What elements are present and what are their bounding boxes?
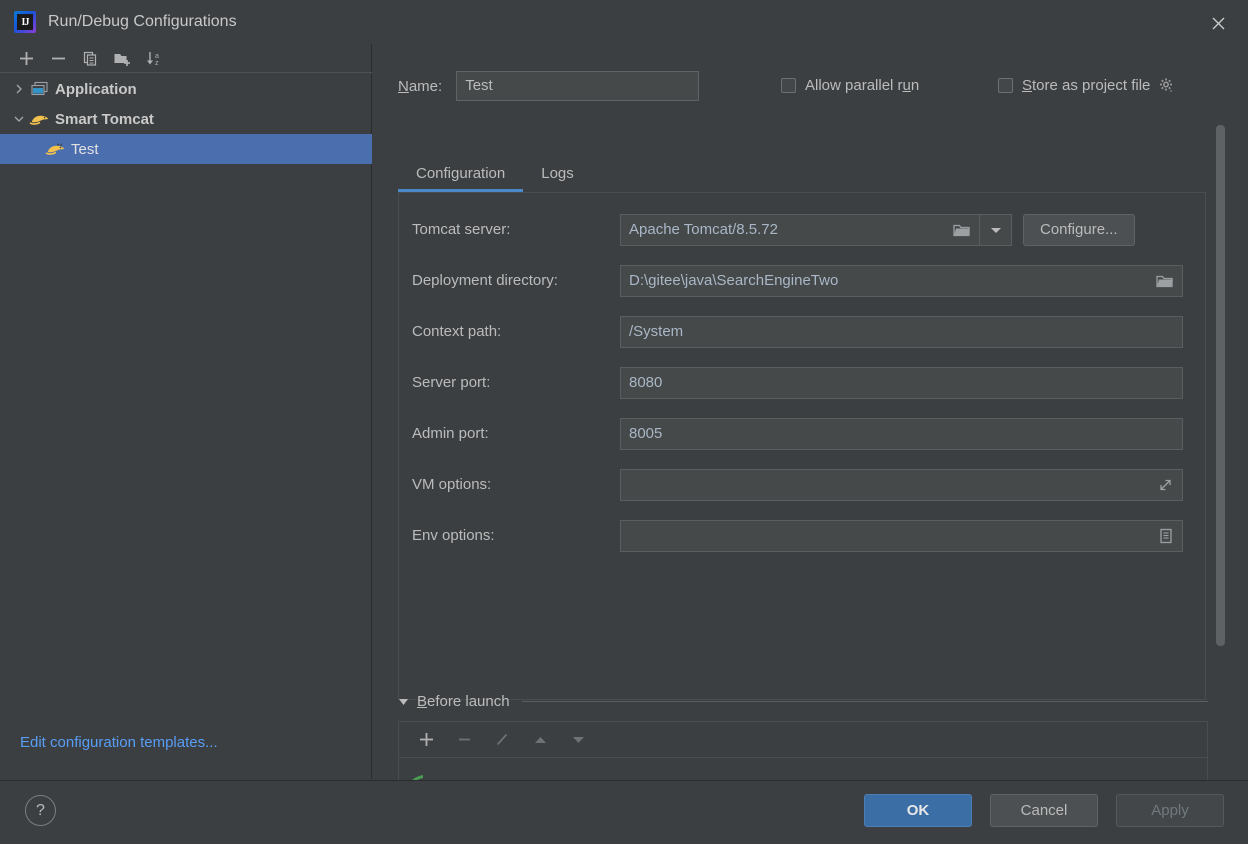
allow-parallel-run-label: Allow parallel run bbox=[805, 77, 920, 94]
field-label: Tomcat server: bbox=[412, 221, 511, 238]
field-admin-port: Admin port: 8005 bbox=[398, 408, 1208, 459]
tree-item-label: Test bbox=[71, 140, 99, 158]
before-launch-task-list[interactable] bbox=[398, 757, 1208, 781]
tomcat-cat-icon bbox=[28, 110, 50, 128]
field-label: Server port: bbox=[412, 374, 491, 391]
tomcat-server-dropdown-button[interactable] bbox=[980, 213, 1012, 246]
store-as-project-file-label: Store as project file bbox=[1022, 77, 1151, 94]
name-row: Name: Test bbox=[398, 71, 700, 101]
move-task-up-button[interactable] bbox=[521, 725, 559, 755]
tab-configuration[interactable]: Configuration bbox=[398, 165, 524, 192]
field-label: Deployment directory: bbox=[412, 272, 558, 289]
application-window-icon bbox=[28, 80, 50, 98]
before-launch-section: Before launch bbox=[398, 689, 1208, 781]
folder-icon[interactable] bbox=[1156, 273, 1174, 288]
vm-options-input[interactable] bbox=[620, 468, 1183, 501]
move-task-down-button[interactable] bbox=[559, 725, 597, 755]
cancel-button[interactable]: Cancel bbox=[990, 794, 1098, 827]
help-button[interactable]: ? bbox=[25, 795, 56, 826]
deployment-directory-input[interactable]: D:\gitee\java\SearchEngineTwo bbox=[620, 264, 1183, 297]
name-input[interactable]: Test bbox=[456, 71, 700, 101]
context-path-value: /System bbox=[629, 322, 684, 340]
tree-item-application[interactable]: Application bbox=[0, 74, 372, 104]
tree-item-label: Smart Tomcat bbox=[55, 110, 154, 128]
folder-icon[interactable] bbox=[953, 222, 971, 237]
apply-button[interactable]: Apply bbox=[1116, 794, 1224, 827]
dialog-button-bar: ? OK Cancel Apply bbox=[0, 780, 1248, 844]
name-label: Name: bbox=[398, 77, 443, 95]
editor-tabs: Configuration Logs bbox=[398, 152, 592, 192]
configurations-sidebar: a z Application Smart Tomcat Test Edit c… bbox=[0, 44, 372, 779]
field-server-port: Server port: 8080 bbox=[398, 357, 1208, 408]
field-tomcat-server: Tomcat server: Apache Tomcat/8.5.72 Conf… bbox=[398, 204, 1208, 255]
tree-item-smart-tomcat[interactable]: Smart Tomcat bbox=[0, 104, 372, 134]
tomcat-server-input[interactable]: Apache Tomcat/8.5.72 bbox=[620, 213, 980, 246]
configurations-tree: Application Smart Tomcat Test bbox=[0, 74, 372, 164]
section-divider bbox=[521, 700, 1208, 702]
field-vm-options: VM options: bbox=[398, 459, 1208, 510]
context-path-input[interactable]: /System bbox=[620, 315, 1183, 348]
field-label: VM options: bbox=[412, 476, 492, 493]
add-configuration-button[interactable] bbox=[10, 45, 42, 71]
field-context-path: Context path: /System bbox=[398, 306, 1208, 357]
copy-configuration-button[interactable] bbox=[74, 45, 106, 71]
svg-text:z: z bbox=[155, 60, 159, 67]
env-options-input[interactable] bbox=[620, 519, 1183, 552]
server-port-input[interactable]: 8080 bbox=[620, 366, 1183, 399]
tab-logs[interactable]: Logs bbox=[523, 165, 592, 192]
field-label: Env options: bbox=[412, 527, 495, 544]
environment-variables-icon[interactable] bbox=[1158, 527, 1174, 544]
sort-configurations-button[interactable]: a z bbox=[138, 45, 170, 71]
configuration-form: Tomcat server: Apache Tomcat/8.5.72 Conf… bbox=[398, 204, 1208, 561]
edit-configuration-templates-link[interactable]: Edit configuration templates... bbox=[20, 734, 218, 751]
close-icon[interactable] bbox=[1202, 8, 1234, 38]
remove-configuration-button[interactable] bbox=[42, 45, 74, 71]
configure-button[interactable]: Configure... bbox=[1023, 213, 1135, 246]
server-port-value: 8080 bbox=[629, 373, 663, 391]
deployment-directory-value: D:\gitee\java\SearchEngineTwo bbox=[629, 271, 839, 289]
remove-task-button[interactable] bbox=[445, 725, 483, 755]
gear-dropdown-icon[interactable] bbox=[1158, 77, 1175, 94]
admin-port-value: 8005 bbox=[629, 424, 663, 442]
tree-item-test[interactable]: Test bbox=[0, 134, 372, 164]
content-scrollbar[interactable] bbox=[1216, 110, 1225, 690]
svg-text:a: a bbox=[155, 53, 159, 60]
allow-parallel-run-checkbox[interactable]: Allow parallel run bbox=[781, 77, 919, 94]
checkbox-box[interactable] bbox=[781, 78, 796, 93]
chevron-down-icon bbox=[990, 221, 1002, 239]
tomcat-server-value: Apache Tomcat/8.5.72 bbox=[629, 220, 778, 238]
before-launch-header[interactable]: Before launch bbox=[398, 689, 1208, 713]
field-label: Context path: bbox=[412, 323, 502, 340]
field-env-options: Env options: bbox=[398, 510, 1208, 561]
chevron-right-icon[interactable] bbox=[10, 84, 28, 94]
scrollbar-thumb[interactable] bbox=[1216, 125, 1225, 646]
triangle-down-icon[interactable] bbox=[398, 696, 409, 707]
chevron-down-icon[interactable] bbox=[10, 114, 28, 124]
checkbox-box[interactable] bbox=[998, 78, 1013, 93]
field-label: Admin port: bbox=[412, 425, 489, 442]
dialog-title-bar: IJ Run/Debug Configurations bbox=[0, 0, 1248, 44]
expand-editor-icon[interactable] bbox=[1157, 476, 1174, 493]
sidebar-toolbar: a z bbox=[0, 44, 372, 73]
ok-button[interactable]: OK bbox=[864, 794, 972, 827]
before-launch-toolbar bbox=[398, 721, 1208, 757]
configuration-editor-panel: Name: Test Allow parallel run Store as p… bbox=[373, 44, 1248, 781]
tomcat-cat-icon bbox=[44, 140, 66, 158]
store-as-project-file-checkbox[interactable]: Store as project file bbox=[998, 77, 1175, 94]
edit-task-button[interactable] bbox=[483, 725, 521, 755]
add-task-button[interactable] bbox=[407, 725, 445, 755]
field-deployment-directory: Deployment directory: D:\gitee\java\Sear… bbox=[398, 255, 1208, 306]
run-debug-configurations-dialog: IJ Run/Debug Configurations a z Applicat… bbox=[0, 0, 1248, 844]
new-folder-button[interactable] bbox=[106, 45, 138, 71]
intellij-idea-icon: IJ bbox=[14, 11, 36, 33]
before-launch-title: Before launch bbox=[417, 692, 510, 710]
tree-item-label: Application bbox=[55, 80, 137, 98]
dialog-title: Run/Debug Configurations bbox=[48, 13, 237, 30]
admin-port-input[interactable]: 8005 bbox=[620, 417, 1183, 450]
